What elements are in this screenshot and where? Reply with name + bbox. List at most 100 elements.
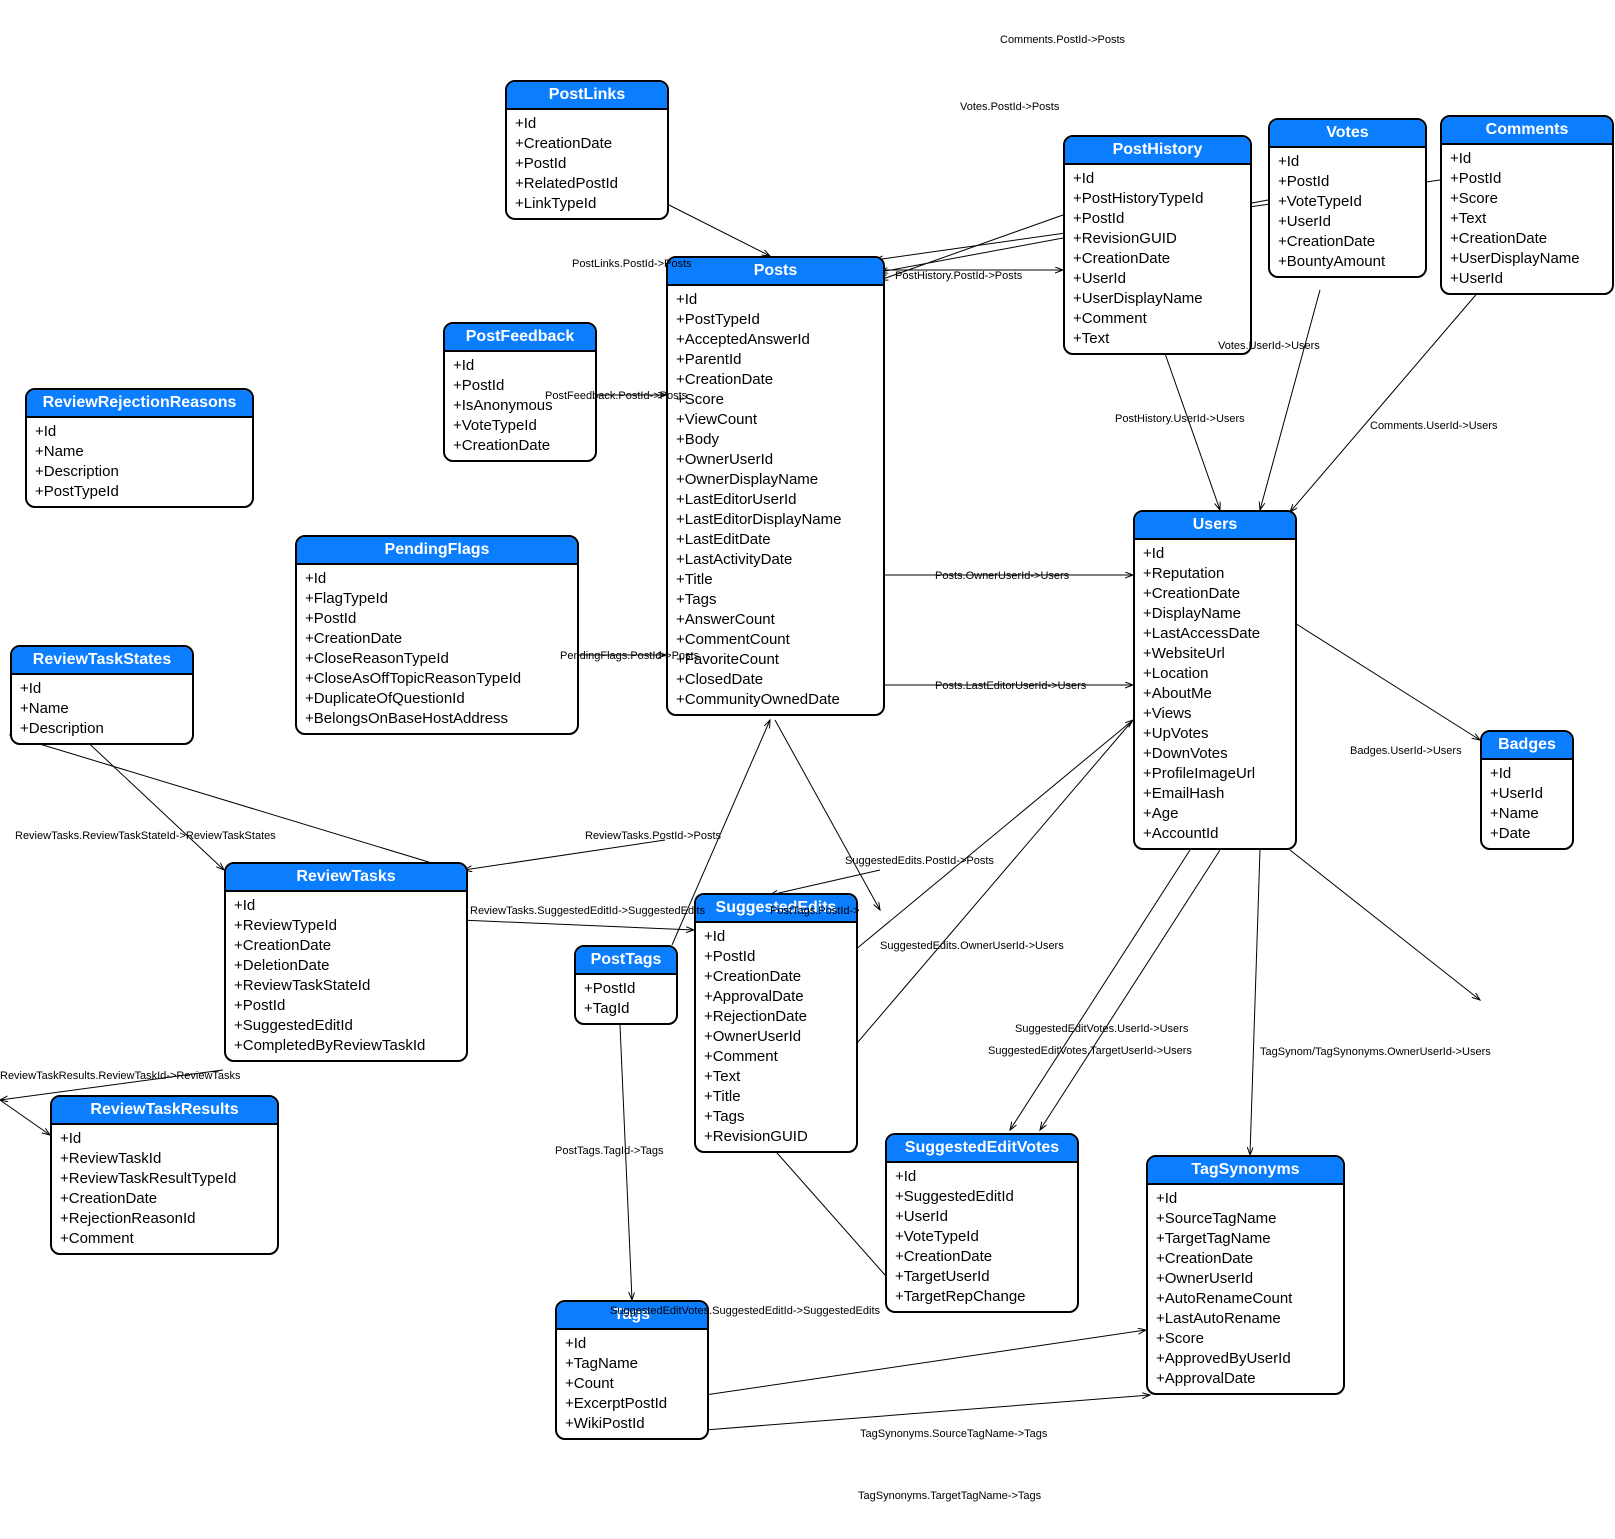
entity-posttags[interactable]: PostTags+PostId+TagId: [574, 945, 678, 1025]
entity-tagsynonyms[interactable]: TagSynonyms+Id+SourceTagName+TargetTagNa…: [1146, 1155, 1345, 1395]
attr: +Name: [35, 442, 244, 462]
entity-reviewtasks[interactable]: ReviewTasks+Id+ReviewTypeId+CreationDate…: [224, 862, 468, 1062]
rel-badges-users: Badges.UserId->Users: [1350, 745, 1462, 757]
rel-reviewtasks-states: ReviewTasks.ReviewTaskStateId->ReviewTas…: [15, 830, 276, 842]
entity-title-reviewtasks: ReviewTasks: [226, 864, 466, 892]
entity-tags[interactable]: Tags+Id+TagName+Count+ExcerptPostId+Wiki…: [555, 1300, 709, 1440]
attr: +Count: [565, 1374, 699, 1394]
rel-suggestededits-posts: SuggestedEdits.PostId->Posts: [845, 855, 994, 867]
entity-suggestededitvotes[interactable]: SuggestedEditVotes+Id+SuggestedEditId+Us…: [885, 1133, 1079, 1313]
entity-body-pendingflags: +Id+FlagTypeId+PostId+CreationDate+Close…: [297, 565, 577, 733]
attr: +Id: [60, 1129, 269, 1149]
attr: +PostId: [1073, 209, 1242, 229]
rel-sev-target-users: SuggestedEditVotes.TargetUserId->Users: [988, 1045, 1192, 1057]
entity-title-reviewtaskresults: ReviewTaskResults: [52, 1097, 277, 1125]
attr: +TargetTagName: [1156, 1229, 1335, 1249]
entity-body-suggestededits: +Id+PostId+CreationDate+ApprovalDate+Rej…: [696, 923, 856, 1151]
attr: +PostId: [234, 996, 458, 1016]
attr: +PostId: [1450, 169, 1604, 189]
attr: +ProfileImageUrl: [1143, 764, 1287, 784]
entity-votes[interactable]: Votes+Id+PostId+VoteTypeId+UserId+Creati…: [1268, 118, 1427, 278]
attr: +LinkTypeId: [515, 194, 659, 214]
entity-posthistory[interactable]: PostHistory+Id+PostHistoryTypeId+PostId+…: [1063, 135, 1252, 355]
entity-pendingflags[interactable]: PendingFlags+Id+FlagTypeId+PostId+Creati…: [295, 535, 579, 735]
attr: +WikiPostId: [565, 1414, 699, 1434]
attr: +Reputation: [1143, 564, 1287, 584]
attr: +FlagTypeId: [305, 589, 569, 609]
attr: +OwnerUserId: [676, 450, 875, 470]
entity-suggestededits[interactable]: SuggestedEdits+Id+PostId+CreationDate+Ap…: [694, 893, 858, 1153]
rel-reviewtasks-suggestededits: ReviewTasks.SuggestedEditId->SuggestedEd…: [470, 905, 705, 917]
attr: +CreationDate: [704, 967, 848, 987]
attr: +PostId: [704, 947, 848, 967]
attr: +Id: [1490, 764, 1564, 784]
attr: +FavoriteCount: [676, 650, 875, 670]
attr: +ClosedDate: [676, 670, 875, 690]
attr: +BelongsOnBaseHostAddress: [305, 709, 569, 729]
attr: +CommunityOwnedDate: [676, 690, 875, 710]
attr: +Body: [676, 430, 875, 450]
entity-reviewtaskresults[interactable]: ReviewTaskResults+Id+ReviewTaskId+Review…: [50, 1095, 279, 1255]
entity-title-reviewtaskstates: ReviewTaskStates: [12, 647, 192, 675]
attr: +VoteTypeId: [895, 1227, 1069, 1247]
attr: +EmailHash: [1143, 784, 1287, 804]
rel-posts-owner-users: Posts.OwnerUserId->Users: [935, 570, 1069, 582]
attr: +DuplicateOfQuestionId: [305, 689, 569, 709]
rel-sev-users: SuggestedEditVotes.UserId->Users: [1015, 1023, 1188, 1035]
entity-body-reviewrejectionreasons: +Id+Name+Description+PostTypeId: [27, 418, 252, 506]
entity-body-postfeedback: +Id+PostId+IsAnonymous+VoteTypeId+Creati…: [445, 352, 595, 460]
entity-users[interactable]: Users+Id+Reputation+CreationDate+Display…: [1133, 510, 1297, 850]
attr: +Tags: [704, 1107, 848, 1127]
entity-title-postlinks: PostLinks: [507, 82, 667, 110]
entity-postlinks[interactable]: PostLinks+Id+CreationDate+PostId+Related…: [505, 80, 669, 220]
entity-title-reviewrejectionreasons: ReviewRejectionReasons: [27, 390, 252, 418]
entity-badges[interactable]: Badges+Id+UserId+Name+Date: [1480, 730, 1574, 850]
attr: +SuggestedEditId: [895, 1187, 1069, 1207]
attr: +CreationDate: [1143, 584, 1287, 604]
attr: +Name: [20, 699, 184, 719]
attr: +VoteTypeId: [453, 416, 587, 436]
entity-body-posthistory: +Id+PostHistoryTypeId+PostId+RevisionGUI…: [1065, 165, 1250, 353]
entity-body-reviewtasks: +Id+ReviewTypeId+CreationDate+DeletionDa…: [226, 892, 466, 1060]
attr: +AutoRenameCount: [1156, 1289, 1335, 1309]
attr: +LastEditDate: [676, 530, 875, 550]
attr: +Id: [515, 114, 659, 134]
rel-tagsyn-source: TagSynonyms.SourceTagName->Tags: [860, 1428, 1047, 1440]
entity-body-posts: +Id+PostTypeId+AcceptedAnswerId+ParentId…: [668, 286, 883, 714]
attr: +ReviewTypeId: [234, 916, 458, 936]
rel-sev-se: SuggestedEditVotes.SuggestedEditId->Sugg…: [610, 1305, 880, 1317]
attr: +Id: [676, 290, 875, 310]
entity-reviewtaskstates[interactable]: ReviewTaskStates+Id+Name+Description: [10, 645, 194, 745]
attr: +AcceptedAnswerId: [676, 330, 875, 350]
attr: +Text: [704, 1067, 848, 1087]
entity-body-tags: +Id+TagName+Count+ExcerptPostId+WikiPost…: [557, 1330, 707, 1438]
attr: +ReviewTaskResultTypeId: [60, 1169, 269, 1189]
entity-comments[interactable]: Comments+Id+PostId+Score+Text+CreationDa…: [1440, 115, 1614, 295]
attr: +Id: [895, 1167, 1069, 1187]
attr: +Score: [676, 390, 875, 410]
attr: +UserId: [895, 1207, 1069, 1227]
entity-posts[interactable]: Posts+Id+PostTypeId+AcceptedAnswerId+Par…: [666, 256, 885, 716]
attr: +OwnerUserId: [704, 1027, 848, 1047]
attr: +CreationDate: [1156, 1249, 1335, 1269]
attr: +ReviewTaskStateId: [234, 976, 458, 996]
attr: +CreationDate: [1278, 232, 1417, 252]
attr: +OwnerDisplayName: [676, 470, 875, 490]
attr: +UserDisplayName: [1073, 289, 1242, 309]
attr: +Id: [234, 896, 458, 916]
attr: +LastAutoRename: [1156, 1309, 1335, 1329]
attr: +Comment: [60, 1229, 269, 1249]
rel-postlinks-posts: PostLinks.PostId->Posts: [572, 258, 692, 270]
entity-title-postfeedback: PostFeedback: [445, 324, 595, 352]
attr: +CreationDate: [515, 134, 659, 154]
attr: +ApprovalDate: [704, 987, 848, 1007]
attr: +RelatedPostId: [515, 174, 659, 194]
entity-title-posthistory: PostHistory: [1065, 137, 1250, 165]
entity-reviewrejectionreasons[interactable]: ReviewRejectionReasons+Id+Name+Descripti…: [25, 388, 254, 508]
attr: +WebsiteUrl: [1143, 644, 1287, 664]
attr: +TagId: [584, 999, 668, 1019]
entity-title-votes: Votes: [1270, 120, 1425, 148]
attr: +Title: [704, 1087, 848, 1107]
rel-posthistory-posts: PostHistory.PostId->Posts: [895, 270, 1022, 282]
attr: +PostId: [1278, 172, 1417, 192]
